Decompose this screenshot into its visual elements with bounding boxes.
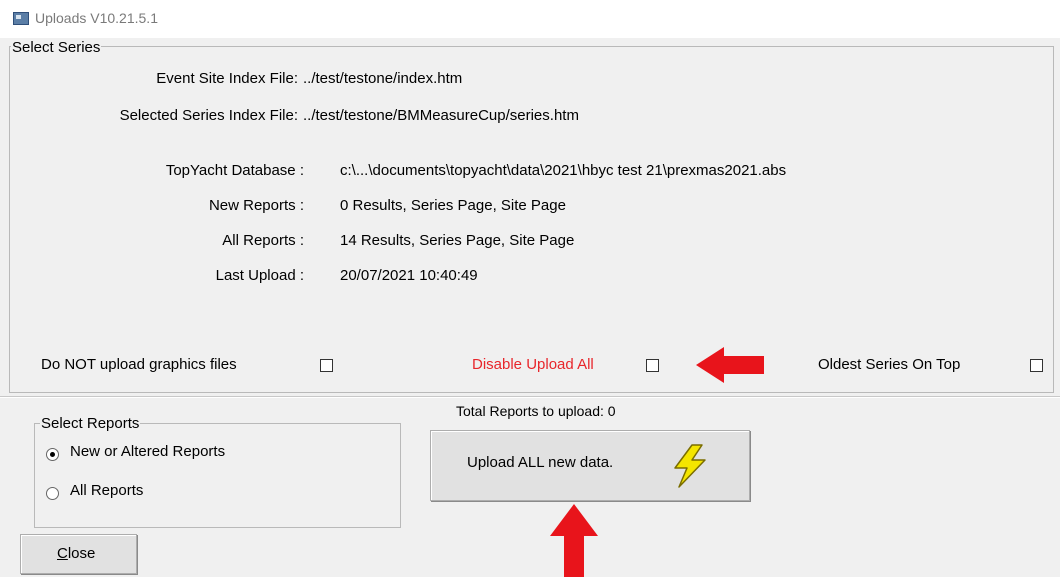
- radio-all-reports[interactable]: [46, 487, 59, 500]
- disable-upload-checkbox[interactable]: [646, 359, 659, 372]
- section-divider: [0, 396, 1060, 398]
- select-reports-group: [34, 423, 401, 528]
- all-reports-value: 14 Results, Series Page, Site Page: [340, 232, 575, 249]
- radio-all-reports-label[interactable]: All Reports: [70, 482, 143, 500]
- arrow-left-annotation-icon: [696, 347, 764, 383]
- selected-series-value: ../test/testone/BMMeasureCup/series.htm: [303, 107, 579, 124]
- database-value: c:\...\documents\topyacht\data\2021\hbyc…: [340, 162, 787, 179]
- disable-upload-label: Disable Upload All: [472, 356, 594, 373]
- lightning-icon: [674, 444, 706, 488]
- radio-new-or-altered[interactable]: [46, 448, 59, 461]
- close-button[interactable]: Close: [20, 534, 137, 574]
- oldest-on-top-label: Oldest Series On Top: [818, 356, 961, 373]
- window-title: Uploads V10.21.5.1: [35, 10, 158, 26]
- no-graphics-checkbox[interactable]: [320, 359, 333, 372]
- close-button-label: Close: [57, 545, 96, 562]
- no-graphics-label: Do NOT upload graphics files: [41, 356, 237, 373]
- upload-all-button[interactable]: Upload ALL new data.: [430, 430, 750, 501]
- select-reports-caption: Select Reports: [40, 415, 141, 432]
- app-icon: [13, 12, 29, 25]
- selected-series-label: Selected Series Index File:: [119, 107, 298, 124]
- last-upload-label: Last Upload :: [215, 267, 304, 284]
- all-reports-label: All Reports :: [222, 232, 304, 249]
- oldest-on-top-checkbox[interactable]: [1030, 359, 1043, 372]
- database-label: TopYacht Database :: [165, 162, 304, 179]
- new-reports-value: 0 Results, Series Page, Site Page: [340, 197, 566, 214]
- last-upload-value: 20/07/2021 10:40:49: [340, 267, 478, 284]
- title-bar: Uploads V10.21.5.1: [0, 0, 1060, 38]
- radio-new-or-altered-label[interactable]: New or Altered Reports: [70, 443, 225, 461]
- event-site-value: ../test/testone/index.htm: [303, 70, 463, 87]
- total-reports-label: Total Reports to upload: 0: [456, 403, 616, 419]
- upload-all-button-label: Upload ALL new data.: [467, 454, 614, 471]
- event-site-label: Event Site Index File:: [156, 70, 298, 87]
- dialog-client: Select Series Event Site Index File: ../…: [0, 38, 1060, 577]
- new-reports-label: New Reports :: [208, 197, 304, 214]
- arrow-up-annotation-icon: [550, 504, 598, 577]
- select-series-group: [9, 46, 1054, 393]
- select-series-caption: Select Series: [11, 39, 102, 56]
